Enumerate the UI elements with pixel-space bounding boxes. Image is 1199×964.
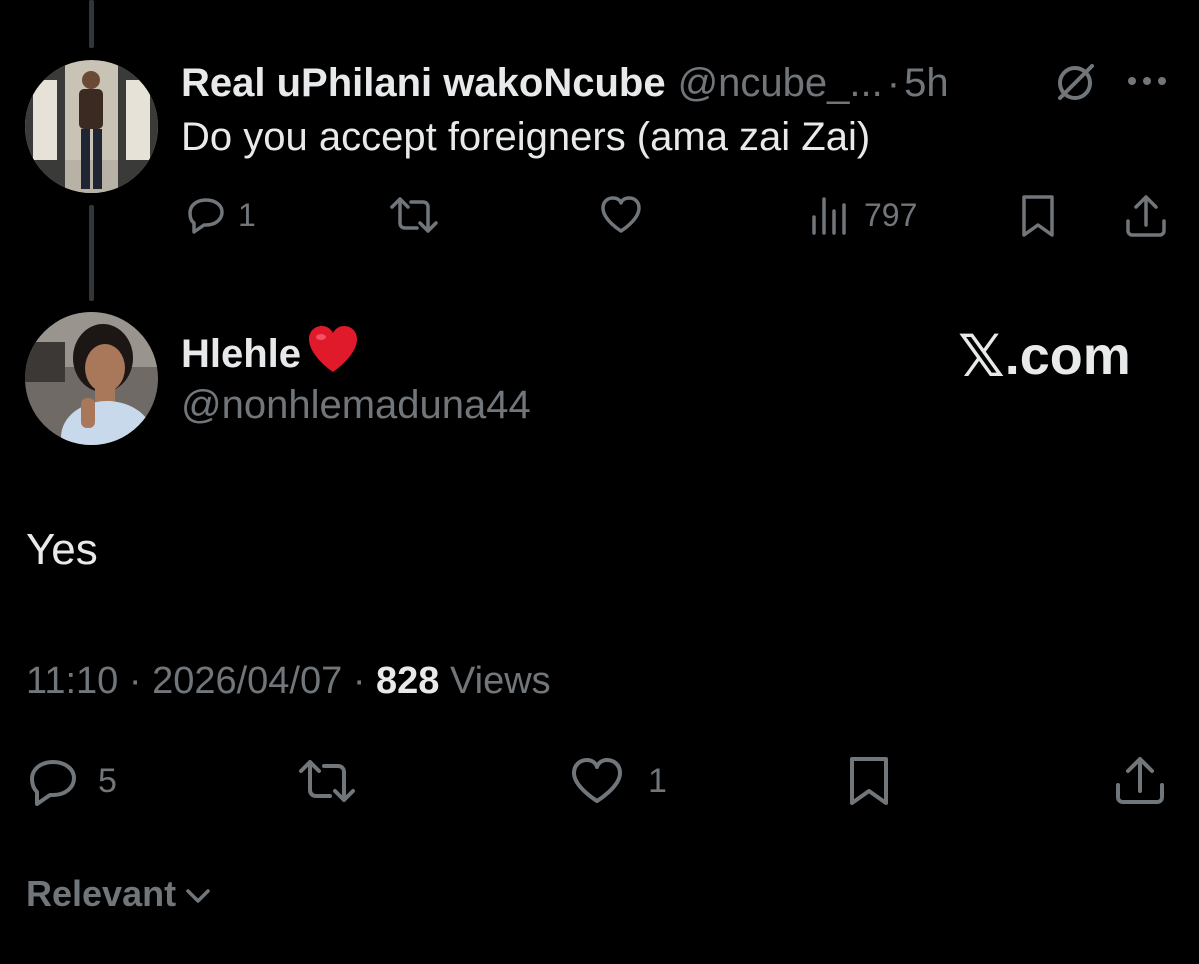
parent-bookmark-button[interactable] bbox=[1018, 193, 1058, 239]
bookmark-icon bbox=[1018, 193, 1058, 239]
main-share-button[interactable] bbox=[1114, 755, 1166, 807]
parent-timestamp[interactable]: 5h bbox=[904, 61, 949, 106]
chevron-down-icon bbox=[176, 873, 212, 915]
tweet-metadata: 11:10 · 2026/04/07 · 828 Views bbox=[26, 660, 551, 703]
more-icon[interactable] bbox=[1126, 64, 1168, 98]
main-reply-count: 5 bbox=[98, 761, 117, 800]
x-logo-icon: 𝕏 bbox=[958, 324, 1005, 389]
tweet-date[interactable]: 2026/04/07 bbox=[152, 660, 342, 702]
main-bookmark-button[interactable] bbox=[846, 755, 892, 807]
thread-line-top bbox=[89, 0, 94, 48]
main-tweet-text: Yes bbox=[26, 525, 98, 574]
sort-replies-dropdown[interactable]: Relevant bbox=[26, 873, 212, 915]
retweet-icon bbox=[388, 193, 440, 237]
main-like-count: 1 bbox=[648, 761, 667, 800]
main-avatar[interactable] bbox=[25, 312, 158, 445]
retweet-icon bbox=[296, 755, 358, 807]
parent-tweet-header: Real uPhilani wakoNcube @ncube_... · 5h bbox=[181, 56, 949, 110]
parent-avatar[interactable] bbox=[25, 60, 158, 193]
like-icon bbox=[568, 755, 626, 807]
main-name-row: Hlehle bbox=[181, 322, 361, 386]
parent-share-button[interactable] bbox=[1124, 193, 1168, 239]
thread-line-bottom bbox=[89, 205, 94, 301]
meta-separator-1: · bbox=[128, 660, 142, 702]
parent-tweet-text: Do you accept foreigners (ama zai Zai) bbox=[181, 115, 871, 159]
grok-icon[interactable] bbox=[1052, 60, 1098, 106]
main-reply-button[interactable]: 5 bbox=[26, 755, 117, 807]
red-heart-icon bbox=[305, 322, 361, 386]
share-icon bbox=[1124, 193, 1168, 239]
main-handle[interactable]: @nonhlemaduna44 bbox=[181, 383, 531, 428]
bookmark-icon bbox=[846, 755, 892, 807]
parent-separator: · bbox=[886, 60, 901, 105]
reply-icon bbox=[184, 193, 228, 237]
tweet-time[interactable]: 11:10 bbox=[26, 660, 118, 702]
share-icon bbox=[1114, 755, 1166, 807]
like-icon bbox=[598, 193, 644, 237]
watermark-text: .com bbox=[1004, 326, 1131, 386]
parent-like-button[interactable] bbox=[598, 193, 644, 237]
sort-label: Relevant bbox=[26, 873, 177, 914]
x-com-watermark: 𝕏 .com bbox=[958, 322, 1131, 390]
parent-handle[interactable]: @ncube_... bbox=[678, 61, 883, 106]
main-like-button[interactable]: 1 bbox=[568, 755, 667, 807]
main-retweet-button[interactable] bbox=[296, 755, 358, 807]
parent-reply-count: 1 bbox=[238, 196, 256, 233]
parent-display-name[interactable]: Real uPhilani wakoNcube bbox=[181, 61, 666, 106]
parent-retweet-button[interactable] bbox=[388, 193, 440, 237]
main-display-name[interactable]: Hlehle bbox=[181, 332, 301, 377]
reply-icon bbox=[26, 755, 80, 807]
views-icon bbox=[810, 193, 850, 237]
views-count: 828 bbox=[376, 660, 440, 702]
views-label: Views bbox=[450, 660, 551, 702]
parent-views-count: 797 bbox=[864, 196, 918, 233]
parent-views-button[interactable]: 797 bbox=[810, 193, 917, 237]
meta-separator-2: · bbox=[352, 660, 366, 702]
parent-reply-button[interactable]: 1 bbox=[184, 193, 256, 237]
